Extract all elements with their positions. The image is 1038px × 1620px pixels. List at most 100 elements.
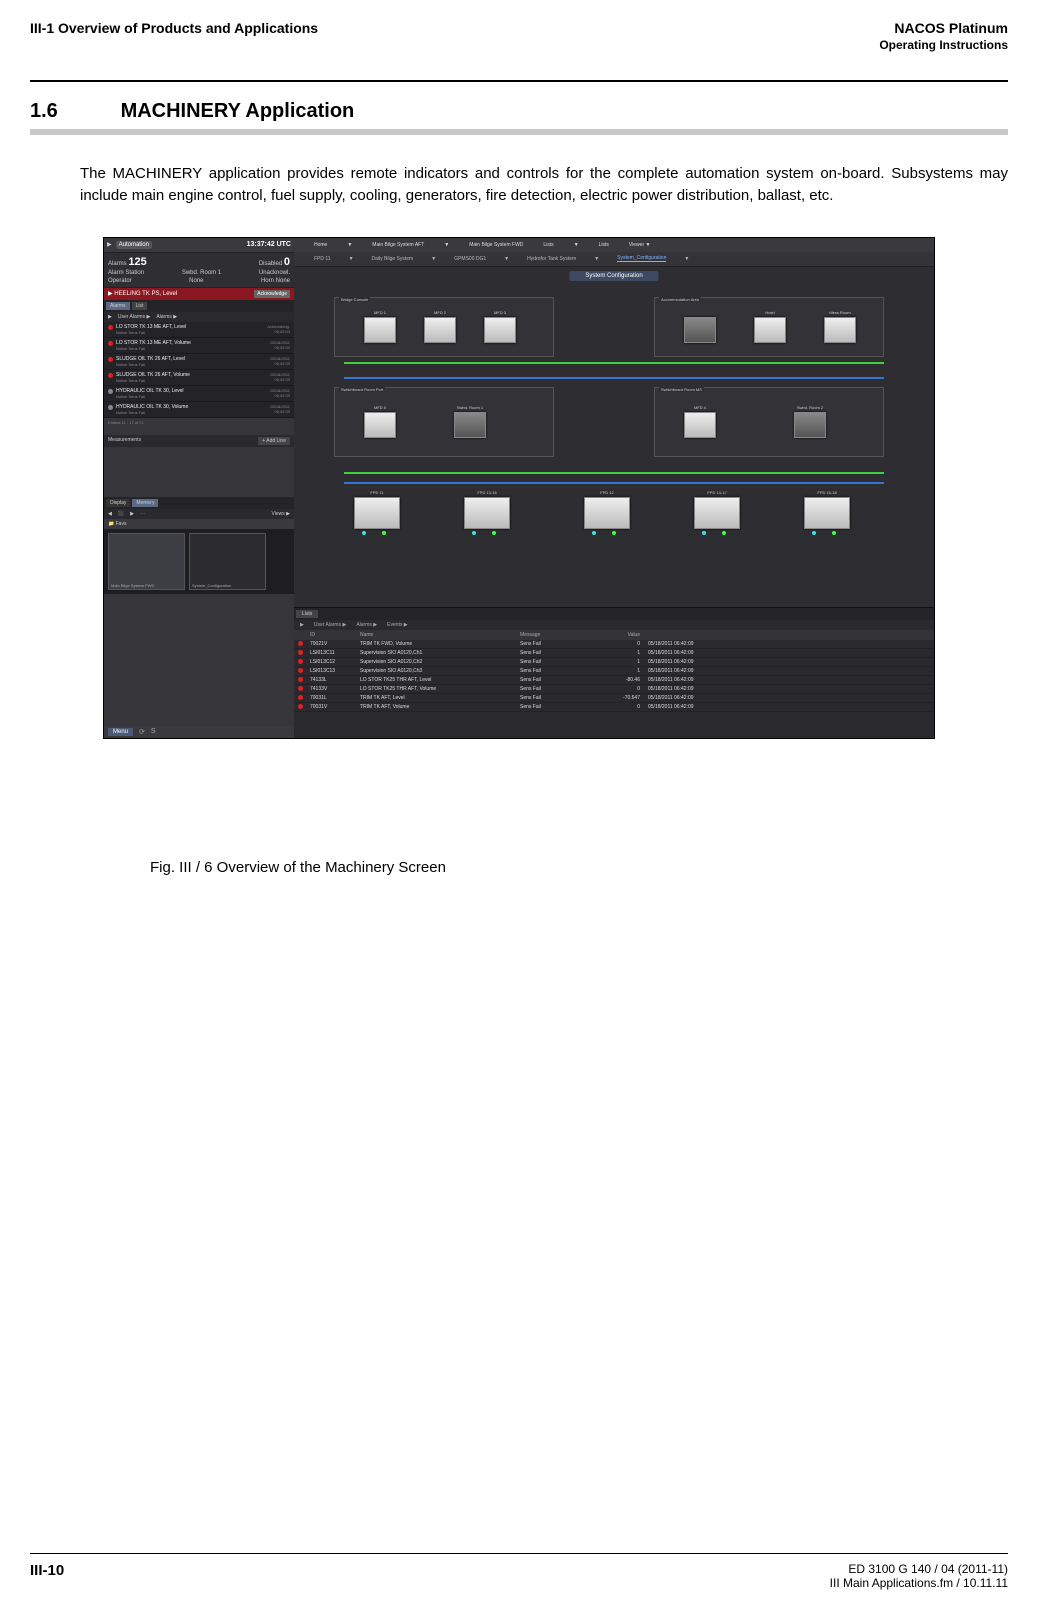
alarm-filter-row: ▶ User Alarms ▶ Alarms ▶ (104, 312, 294, 322)
sub-tab[interactable]: Daily Bilge System (372, 256, 414, 262)
tab-display[interactable]: Display (106, 499, 130, 507)
station-label: Alarm Station (108, 270, 144, 276)
alarm-item[interactable]: LO STOR TK 13 ME AFT, LevelNotice Sens F… (104, 322, 294, 338)
tab-alarms[interactable]: Alarms (106, 302, 130, 310)
top-tab[interactable]: Lists (543, 242, 553, 248)
active-alarm-banner[interactable]: ▶ HEELING TK PS, Level Acknowledge (104, 288, 294, 300)
cell-value: 1 (590, 668, 648, 674)
mimic-node[interactable]: MFD 5 (364, 412, 396, 438)
led-icon (612, 531, 616, 535)
table-row[interactable]: 74133VLO STOR TK25 THR AFT, VolumeSens F… (294, 685, 934, 694)
mimic-node[interactable]: FPD 11 (354, 497, 400, 529)
mimic-node[interactable]: Swbd. Room 2 (794, 412, 826, 438)
top-tab[interactable]: ▼ (444, 242, 449, 248)
sub-tab[interactable]: ▼ (431, 256, 436, 262)
alarm-item[interactable]: SLUDGE OIL TK 26 AFT, LevelNotice Sens F… (104, 354, 294, 370)
automation-badge[interactable]: Automation (116, 241, 152, 249)
filter-user-alarms[interactable]: User Alarms ▶ (118, 314, 150, 320)
mimic-node[interactable]: MFD 4 (684, 412, 716, 438)
alarm-text: LO STOR TK 13 ME AFT, VolumeNotice Sens … (116, 340, 267, 351)
group-label: Accommodation Area (659, 297, 701, 302)
cell-id: 74133L (310, 677, 360, 683)
lower-filter-item[interactable]: Alarms ▶ (356, 622, 377, 628)
tab-memory[interactable]: Memory (132, 499, 158, 507)
table-row[interactable]: 70031VTRIM TK AFT, VolumeSens Fail005/18… (294, 703, 934, 712)
filter-play-icon[interactable]: ▶ (108, 314, 112, 320)
favorites-label[interactable]: Favs (116, 521, 127, 527)
mimic-node[interactable]: Mess Room (824, 317, 856, 343)
col-message: Message (520, 632, 590, 638)
alarm-item[interactable]: HYDRAULIC OIL TK 30, VolumeNotice Sens F… (104, 402, 294, 418)
table-row[interactable]: LSI013C11Supervision SIO A0120,Ch1Sens F… (294, 649, 934, 658)
add-line-button[interactable]: + Add Line (258, 437, 290, 445)
table-row[interactable]: 74133LLO STOR TK25 THR AFT, LevelSens Fa… (294, 676, 934, 685)
mimic-node[interactable]: MFD 2 (424, 317, 456, 343)
sub-tab[interactable]: ▼ (349, 256, 354, 262)
right-sub-tabs: FPD 11 ▼ Daily Bilge System ▼ GPMS00 DG1 ▼ Hyd… (294, 252, 934, 267)
cell-timestamp: 05/18/2011 06:42:09 (648, 695, 930, 701)
mimic-node[interactable]: FPD 15-18 (804, 497, 850, 529)
mimic-diagram: System Configuration Bridge ConsoleAccom… (294, 267, 934, 607)
body-paragraph: The MACHINERY application provides remot… (80, 163, 1008, 207)
table-row[interactable]: 70031LTRIM TK AFT, LevelSens Fail-70.647… (294, 694, 934, 703)
top-tab[interactable]: ▼ (347, 242, 352, 248)
filter-alarms[interactable]: Alarms ▶ (156, 314, 177, 320)
mimic-node[interactable]: MFD 3 (484, 317, 516, 343)
table-row[interactable]: LSI013C13Supervision SIO A0120,Ch3Sens F… (294, 667, 934, 676)
alarm-item[interactable]: SLUDGE OIL TK 26 AFT, VolumeNotice Sens … (104, 370, 294, 386)
lower-filter-item[interactable]: ▶ (300, 622, 304, 628)
wire (344, 377, 884, 379)
alarms-count: 125 (128, 256, 146, 268)
lower-tabs: Lists (294, 608, 934, 620)
alarm-item[interactable]: LO STOR TK 13 ME AFT, VolumeNotice Sens … (104, 338, 294, 354)
alarm-item[interactable]: HYDRAULIC OIL TK 30, LevelNotice Sens Fa… (104, 386, 294, 402)
lower-filter-item[interactable]: Events ▶ (387, 622, 408, 628)
mimic-node[interactable]: Hotel (754, 317, 786, 343)
sub-tab[interactable]: ▼ (684, 256, 689, 262)
alarm-text: SLUDGE OIL TK 26 AFT, LevelNotice Sens F… (116, 356, 267, 367)
top-tab[interactable]: Viewer ▼ (629, 242, 651, 248)
refresh-icon[interactable]: ⟳ (139, 728, 145, 736)
sub-tab[interactable]: System_Configuration (617, 255, 666, 262)
cell-value: 1 (590, 650, 648, 656)
s-icon[interactable]: S (151, 728, 156, 735)
machinery-screenshot: ▶ Automation 13:37:42 UTC Alarms 125 Dis… (103, 237, 935, 739)
lower-tab-lists[interactable]: Lists (296, 610, 318, 618)
sub-tab[interactable]: GPMS00 DG1 (454, 256, 486, 262)
sub-tab[interactable]: ▼ (504, 256, 509, 262)
table-row[interactable]: 70021VTRIM TK FWD, VolumeSens Fail005/18… (294, 640, 934, 649)
cell-message: Sens Fail (520, 668, 590, 674)
views-dropdown[interactable]: Views ▶ (272, 511, 290, 517)
top-tab[interactable]: Main Bilge System AFT (372, 242, 424, 248)
mimic-node[interactable]: FPD 12 (584, 497, 630, 529)
header-left: III-1 Overview of Products and Applicati… (30, 20, 318, 36)
led-icon (832, 531, 836, 535)
header-rule (30, 80, 1008, 82)
cell-name: Supervision SIO A0120,Ch1 (360, 650, 520, 656)
mimic-node[interactable]: FPD 13-16 (464, 497, 510, 529)
sub-tab[interactable]: ▼ (594, 256, 599, 262)
cell-id: LSI013C12 (310, 659, 360, 665)
wire (344, 472, 884, 474)
thumbnail[interactable]: Main Bilge System FWD (108, 533, 185, 590)
table-row[interactable]: LSI013C12Supervision SIO A0120,Ch2Sens F… (294, 658, 934, 667)
thumbnail[interactable]: System_Configuration (189, 533, 266, 590)
header-right: NACOS Platinum Operating Instructions (879, 20, 1008, 52)
acknowledge-button[interactable]: Acknowledge (254, 290, 290, 298)
sub-tab[interactable]: Hydrofor Tank System (527, 256, 576, 262)
sub-tab[interactable]: FPD 11 (314, 256, 331, 262)
footer-rule (30, 1553, 1008, 1554)
lower-filter-item[interactable]: User Alarms ▶ (314, 622, 346, 628)
tab-list[interactable]: List (132, 302, 148, 310)
led-icon (492, 531, 496, 535)
top-tab[interactable]: Lists (599, 242, 609, 248)
top-tab[interactable]: Main Bilge System FWD (469, 242, 523, 248)
mimic-node[interactable]: MFD 1 (364, 317, 396, 343)
mimic-node[interactable] (684, 317, 716, 343)
top-tab[interactable]: ▼ (574, 242, 579, 248)
mimic-node[interactable]: Swbd. Room 1 (454, 412, 486, 438)
menu-button[interactable]: Menu (108, 728, 133, 736)
mimic-node[interactable]: FPD 14-17 (694, 497, 740, 529)
alarm-dot-icon (108, 325, 113, 330)
top-tab[interactable]: Home (314, 242, 327, 248)
